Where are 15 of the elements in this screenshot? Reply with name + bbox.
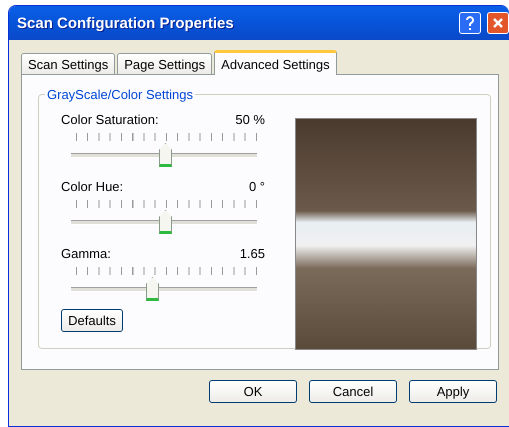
slider-label: Color Hue: [61, 179, 124, 194]
defaults-button[interactable]: Defaults [61, 309, 123, 332]
dialog-button[interactable]: Apply [409, 380, 497, 403]
tab[interactable]: Advanced Settings [214, 50, 337, 75]
dialog-button[interactable]: Cancel [309, 380, 397, 403]
dialog-button[interactable]: OK [209, 380, 297, 403]
slider-value: 0 ° [248, 179, 265, 194]
tab[interactable]: Page Settings [117, 53, 212, 75]
slider-label: Gamma: [61, 246, 111, 261]
slider-value: 50 % [235, 112, 265, 127]
group-title: GrayScale/Color Settings [46, 87, 194, 102]
slider-value: 1.65 [240, 246, 265, 261]
slider-label: Color Saturation: [61, 112, 159, 127]
tab[interactable]: Scan Settings [21, 53, 116, 75]
window-title: Scan Configuration Properties [17, 14, 235, 32]
